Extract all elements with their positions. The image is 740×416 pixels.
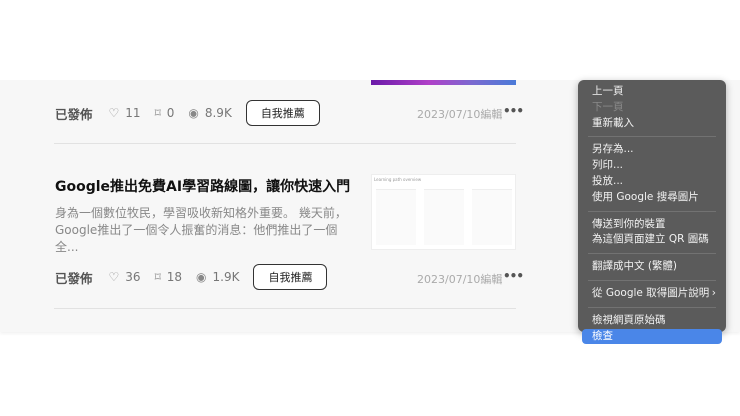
promote-button[interactable]: 自我推薦 [253,264,328,290]
views-count: 8.9K [204,106,232,120]
status-label: 已發佈 [55,270,93,286]
bookmarks-count: 0 [166,106,175,120]
menu-item-save-as[interactable]: 另存為... [582,142,722,158]
menu-separator [588,306,716,308]
menu-item-send-to-device[interactable]: 傳送到你的裝置 [582,217,722,233]
likes-count: 11 [125,106,141,120]
views-stat: ◉ 8.9K [188,106,231,120]
bookmarks-stat[interactable]: ⌑ 0 [155,106,175,120]
likes-stat[interactable]: ♡ 11 [109,106,141,120]
menu-item-view-source[interactable]: 檢視網頁原始碼 [582,313,722,329]
context-menu: 上一頁 下一頁 重新載入 另存為... 列印... 投放... 使用 Googl… [578,80,726,345]
menu-item-qr-code[interactable]: 為這個頁面建立 QR 圖碼 [582,232,722,248]
heart-icon: ♡ [108,106,120,120]
article-title[interactable]: Google推出免費AI學習路線圖，讓你快速入門 [55,176,350,196]
divider [54,308,516,309]
menu-item-image-descriptions[interactable]: 從 Google 取得圖片說明 › [582,286,722,302]
menu-item-translate[interactable]: 翻譯成中文 (繁體) [582,259,722,275]
menu-item-forward: 下一頁 [592,100,624,113]
eye-icon: ◉ [188,106,199,120]
views-stat: ◉ 1.9K [196,270,239,284]
promote-button[interactable]: 自我推薦 [245,100,320,126]
chevron-right-icon: › [711,286,716,299]
status-label: 已發佈 [55,106,93,122]
bookmarks-count: 18 [166,270,183,284]
likes-stat[interactable]: ♡ 36 [109,270,141,284]
menu-separator [588,136,716,138]
bookmarks-stat[interactable]: ⌑ 18 [155,270,182,284]
menu-item-label: 從 Google 取得圖片說明 [592,286,710,299]
more-options-icon[interactable]: ••• [503,269,524,283]
eye-icon: ◉ [196,270,207,284]
article-meta-row: 已發佈 ♡ 11 ⌑ 0 ◉ 8.9K 自我推薦 [55,100,320,126]
menu-item-print[interactable]: 列印... [582,158,722,174]
menu-separator [588,210,716,212]
article-excerpt: 身為一個數位牧民，學習吸收新知格外重要。 幾天前，Google推出了一個令人振奮… [55,206,347,254]
menu-item-inspect[interactable]: 檢查 [582,328,722,345]
thumbnail-caption: Learning path overview [374,177,422,182]
edit-date: 2023/07/10編輯 [417,273,503,286]
menu-item-search-image[interactable]: 使用 Google 搜尋圖片 [582,190,722,206]
divider [54,143,516,144]
menu-item-back[interactable]: 上一頁 [582,84,722,100]
heart-icon: ♡ [108,270,120,284]
edit-date: 2023/07/10編輯 [417,108,503,121]
article-meta-row: 已發佈 ♡ 36 ⌑ 18 ◉ 1.9K 自我推薦 [55,264,328,290]
menu-item-cast[interactable]: 投放... [582,174,722,190]
menu-item-reload[interactable]: 重新載入 [582,116,722,132]
article-thumbnail[interactable]: Learning path overview [371,174,516,250]
bookmark-icon: ⌑ [154,106,161,120]
menu-separator [588,279,716,281]
article-thumbnail-top[interactable] [371,80,516,85]
bookmark-icon: ⌑ [154,270,161,284]
likes-count: 36 [125,270,141,284]
menu-separator [588,253,716,255]
views-count: 1.9K [212,270,240,284]
more-options-icon[interactable]: ••• [503,104,524,118]
